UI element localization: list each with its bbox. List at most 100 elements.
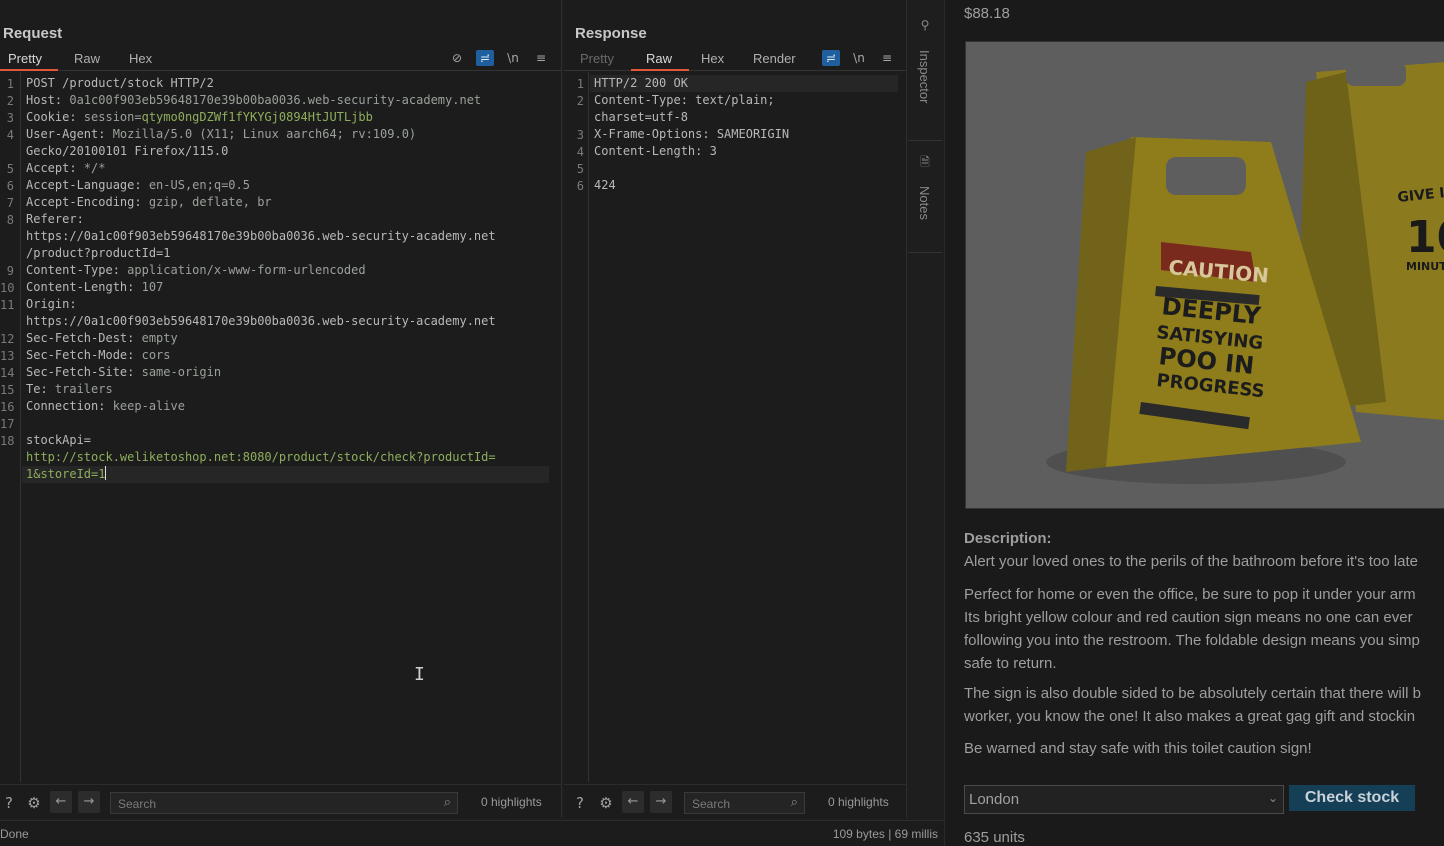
- code-line: User-Agent: Mozilla/5.0 (X11; Linux aarc…: [26, 127, 417, 141]
- code-line: Accept-Encoding: gzip, deflate, br: [26, 195, 272, 209]
- code-line: /product?productId=1: [26, 246, 171, 260]
- help-icon[interactable]: ?: [570, 793, 590, 813]
- show-newlines-toggle[interactable]: \n: [504, 50, 522, 66]
- line-number: 10: [0, 281, 15, 295]
- line-number: 4: [576, 145, 584, 159]
- line-number: 2: [576, 94, 584, 108]
- search-icon[interactable]: ⌕: [791, 795, 798, 810]
- caution-sign-illustration: GIVE IT 10 MINUT CAUTION DEEPLY SATISYIN…: [966, 42, 1444, 508]
- status-text: Done: [0, 827, 29, 841]
- tab-pretty[interactable]: Pretty: [8, 51, 42, 66]
- code-line: Content-Type: text/plain;: [594, 93, 775, 107]
- hide-non-printable-icon[interactable]: ⊘: [448, 50, 466, 66]
- word-wrap-toggle-icon[interactable]: ≓: [476, 50, 494, 66]
- code-line: Content-Type: application/x-www-form-url…: [26, 263, 366, 277]
- code-line: HTTP/2 200 OK: [594, 76, 688, 90]
- tab-pretty[interactable]: Pretty: [580, 51, 614, 66]
- code-line: Sec-Fetch-Dest: empty: [26, 331, 178, 345]
- line-number: 4: [6, 128, 14, 142]
- product-price: $88.18: [964, 5, 1010, 22]
- response-search-input[interactable]: Search ⌕: [684, 792, 805, 814]
- next-arrow-icon[interactable]: →: [78, 791, 100, 813]
- previous-arrow-icon[interactable]: ←: [50, 791, 72, 813]
- line-number: 6: [6, 179, 14, 193]
- line-number: 9: [6, 264, 14, 278]
- notes-tab[interactable]: Notes: [917, 186, 932, 220]
- line-number: 5: [6, 162, 14, 176]
- paragraph-line: worker, you know the one! It also makes …: [964, 708, 1416, 725]
- code-line: Referer:: [26, 212, 84, 226]
- show-newlines-toggle[interactable]: \n: [850, 50, 868, 66]
- code-line: 424: [594, 178, 616, 192]
- line-number: 17: [0, 417, 15, 431]
- code-line: charset=utf-8: [594, 110, 688, 124]
- description-paragraph: The sign is also double sided to be abso…: [964, 682, 1444, 728]
- code-line: Host: 0a1c00f903eb59648170e39b00ba0036.w…: [26, 93, 482, 107]
- description-paragraph: Be warned and stay safe with this toilet…: [964, 737, 1444, 760]
- burp-repeater: ▮▮ ☰ ▬ Request Pretty Raw Hex ⊘ ≓ \n ≡ 1…: [0, 0, 944, 846]
- tab-render[interactable]: Render: [753, 51, 796, 66]
- tab-hex[interactable]: Hex: [701, 51, 724, 66]
- line-number: 5: [576, 162, 584, 176]
- next-arrow-icon[interactable]: →: [650, 791, 672, 813]
- code-line: Content-Length: 107: [26, 280, 164, 294]
- response-pane: Response Pretty Raw Hex Render ≓ \n ≡ 1H…: [564, 0, 907, 818]
- code-line: Accept-Language: en-US,en;q=0.5: [26, 178, 250, 192]
- settings-gear-icon[interactable]: ⚙: [596, 793, 616, 813]
- tab-raw[interactable]: Raw: [74, 51, 100, 66]
- check-stock-button[interactable]: Check stock: [1289, 785, 1415, 811]
- line-number: 3: [576, 128, 584, 142]
- menu-icon[interactable]: ≡: [532, 50, 550, 66]
- response-stats: 109 bytes | 69 millis: [832, 827, 938, 841]
- code-line: X-Frame-Options: SAMEORIGIN: [594, 127, 790, 141]
- line-number: 1: [576, 77, 584, 91]
- notes-icon[interactable]: 🗎: [916, 153, 934, 171]
- code-line: Sec-Fetch-Site: same-origin: [26, 365, 222, 379]
- store-select[interactable]: London ⌄: [964, 785, 1284, 814]
- previous-arrow-icon[interactable]: ←: [622, 791, 644, 813]
- menu-icon[interactable]: ≡: [878, 50, 896, 66]
- settings-gear-icon[interactable]: ⚙: [24, 793, 44, 813]
- tab-raw[interactable]: Raw: [646, 51, 672, 66]
- line-number: 13: [0, 349, 15, 363]
- inspector-tab[interactable]: Inspector: [917, 50, 932, 103]
- search-icon[interactable]: ⌕: [444, 795, 451, 810]
- search-placeholder: Search: [118, 797, 157, 811]
- description-paragraph: Perfect for home or even the office, be …: [964, 583, 1444, 675]
- request-search-input[interactable]: Search ⌕: [110, 792, 458, 814]
- search-placeholder: Search: [692, 797, 731, 811]
- paragraph-line: Its bright yellow colour and red caution…: [964, 609, 1413, 626]
- browser-product-page: $88.18 GIVE IT 10 MINUT CAUTION DEEPLY: [944, 0, 1444, 846]
- active-tab-indicator: [631, 69, 689, 71]
- divider: [908, 252, 942, 253]
- description-heading: Description:: [964, 530, 1052, 547]
- line-number: 3: [6, 111, 14, 125]
- stock-result: 635 units: [964, 829, 1025, 846]
- paragraph-line: The sign is also double sided to be abso…: [964, 685, 1421, 702]
- help-icon[interactable]: ?: [0, 793, 19, 813]
- inspector-icon[interactable]: ⚲: [916, 16, 934, 34]
- paragraph-line: Alert your loved ones to the perils of t…: [964, 553, 1418, 570]
- code-line: https://0a1c00f903eb59648170e39b00ba0036…: [26, 314, 496, 328]
- inspector-sidebar: ⚲ Inspector 🗎 Notes: [908, 0, 942, 818]
- text-cursor-icon: I: [414, 664, 425, 685]
- word-wrap-toggle-icon[interactable]: ≓: [822, 50, 840, 66]
- response-bottom-bar: ? ⚙ ← → Search ⌕ 0 highlights: [564, 784, 906, 818]
- chevron-down-icon: ⌄: [1267, 791, 1278, 805]
- paragraph-line: safe to return.: [964, 655, 1057, 672]
- text-caret: [105, 466, 107, 480]
- tab-hex[interactable]: Hex: [129, 51, 152, 66]
- line-number: 12: [0, 332, 15, 346]
- paragraph-line: Be warned and stay safe with this toilet…: [964, 740, 1312, 757]
- line-number: 16: [0, 400, 15, 414]
- request-pane: Request Pretty Raw Hex ⊘ ≓ \n ≡ 1 POST /p…: [0, 0, 562, 818]
- status-bar: Done 109 bytes | 69 millis: [0, 820, 944, 846]
- code-line: Gecko/20100101 Firefox/115.0: [26, 144, 229, 158]
- code-line: 1&storeId=1: [26, 466, 107, 481]
- code-line: Connection: keep-alive: [26, 399, 185, 413]
- request-bottom-bar: ? ⚙ ← → Search ⌕ 0 highlights: [0, 784, 561, 818]
- response-editor[interactable]: 1 HTTP/2 200 OK 2 Content-Type: text/plain;…: [564, 72, 906, 782]
- code-line: Te: trailers: [26, 382, 113, 396]
- request-editor[interactable]: 1 POST /product/stock HTTP/2 2 Host: 0a1c00…: [0, 72, 561, 782]
- line-number: 7: [6, 196, 14, 210]
